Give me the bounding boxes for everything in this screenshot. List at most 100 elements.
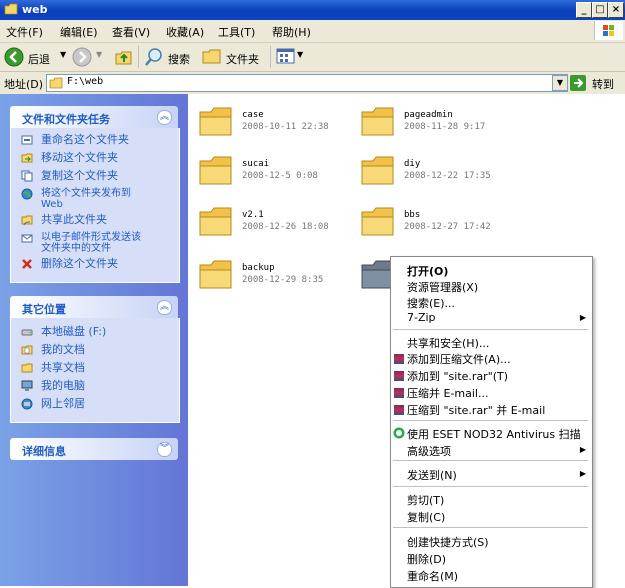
winrar-icon (394, 354, 404, 364)
ctx-explorer[interactable]: 资源管理器(X) (407, 279, 478, 295)
menu-separator (393, 460, 588, 461)
folder-name: sucai (242, 159, 270, 169)
ctx-share-security[interactable]: 共享和安全(H)... (407, 335, 489, 351)
window-title: web (22, 3, 48, 16)
folder-date: 2008-12-26 18:08 (242, 222, 329, 232)
back-arrow-icon (4, 47, 24, 67)
folder-item-5[interactable]: bbs 2008-12-27 17:42 (360, 204, 510, 244)
close-button[interactable]: × (608, 2, 624, 18)
folder-item-0[interactable]: case 2008-10-11 22:38 (198, 104, 348, 144)
ctx-rar-add-site[interactable]: 添加到 "site.rar"(T) (407, 368, 508, 384)
dropdown-arrow-icon[interactable]: ▼ (96, 50, 102, 59)
folder-item-4[interactable]: v2.1 2008-12-26 18:08 (198, 204, 348, 244)
forward-button[interactable]: ▼ (72, 46, 108, 68)
winrar-icon (394, 371, 404, 381)
folder-name: case (242, 110, 264, 120)
ctx-cut[interactable]: 剪切(T) (407, 492, 444, 508)
up-folder-icon[interactable] (114, 47, 134, 67)
folder-date: 2008-12-22 17:35 (404, 171, 491, 181)
folder-icon (360, 155, 396, 190)
ctx-advanced[interactable]: 高级选项 (407, 443, 451, 459)
context-menu: 打开(O) 资源管理器(X) 搜索(E)... 7-Zip ▶ 共享和安全(H)… (390, 256, 593, 588)
go-button[interactable]: 转到 (570, 74, 622, 92)
collapse-icon[interactable]: ︽ (157, 110, 172, 125)
places-panel-title: 其它位置 (22, 303, 66, 316)
folder-name: pageadmin (404, 110, 453, 120)
ctx-search[interactable]: 搜索(E)... (407, 295, 455, 311)
folder-date: 2008-12-5 0:08 (242, 171, 318, 181)
expand-icon[interactable]: ︾ (157, 442, 172, 457)
search-button[interactable]: 搜索 (144, 46, 198, 68)
folders-button[interactable]: 文件夹 (202, 46, 268, 68)
folder-date: 2008-11-28 9:17 (404, 122, 486, 132)
ctx-copy[interactable]: 复制(C) (407, 509, 445, 525)
ctx-create-shortcut[interactable]: 创建快捷方式(S) (407, 534, 489, 550)
folder-name: v2.1 (242, 210, 264, 220)
folder-item-2[interactable]: sucai 2008-12-5 0:08 (198, 153, 348, 193)
toolbar-divider (138, 46, 139, 68)
menu-bar: 文件(F) 编辑(E) 查看(V) 收藏(A) 工具(T) 帮助(H) (0, 20, 625, 43)
toolbar: 后退 ▼ ▼ 搜索 文件夹 ▼ (0, 43, 625, 72)
ctx-rar-email[interactable]: 压缩并 E-mail... (407, 385, 488, 401)
dropdown-arrow-icon[interactable]: ▼ (60, 50, 66, 59)
menu-separator (393, 486, 588, 487)
ctx-eset-scan[interactable]: 使用 ESET NOD32 Antivirus 扫描 (407, 426, 581, 442)
menu-edit[interactable]: 编辑(E) (60, 24, 98, 40)
folder-item-1[interactable]: pageadmin 2008-11-28 9:17 (360, 104, 510, 144)
menu-favorites[interactable]: 收藏(A) (166, 24, 204, 40)
details-panel-header[interactable]: 详细信息 ︾ (10, 438, 178, 460)
dropdown-arrow-icon[interactable]: ▼ (297, 50, 303, 59)
address-bar: 地址(D) F:\web ▼ 转到 (0, 72, 625, 95)
menu-separator (393, 527, 588, 528)
maximize-button[interactable]: □ (592, 2, 608, 18)
go-label: 转到 (592, 78, 614, 91)
forward-arrow-icon (72, 47, 92, 67)
network-icon (21, 398, 33, 410)
views-icon (276, 48, 295, 64)
ctx-send-to[interactable]: 发送到(N) (407, 467, 457, 483)
views-button[interactable]: ▼ (276, 47, 306, 67)
submenu-arrow-icon: ▶ (579, 469, 586, 478)
menu-file[interactable]: 文件(F) (6, 24, 43, 40)
ctx-rar-add[interactable]: 添加到压缩文件(A)... (407, 351, 511, 367)
menu-help[interactable]: 帮助(H) (272, 24, 311, 40)
folder-icon (198, 259, 234, 294)
folder-item-3[interactable]: diy 2008-12-22 17:35 (360, 153, 510, 193)
hard-drive-icon (21, 329, 33, 336)
toolbar-divider (270, 46, 271, 68)
ctx-open[interactable]: 打开(O) (407, 263, 448, 279)
menu-separator (393, 420, 588, 421)
menu-tools[interactable]: 工具(T) (218, 24, 255, 40)
ctx-7zip[interactable]: 7-Zip (407, 311, 436, 324)
address-dropdown-button[interactable]: ▼ (552, 75, 568, 91)
globe-icon (21, 188, 33, 200)
back-button[interactable]: 后退 ▼ (4, 46, 76, 68)
ctx-delete[interactable]: 删除(D) (407, 551, 446, 567)
ctx-rename[interactable]: 重命名(M) (407, 568, 458, 584)
folder-date: 2008-12-29 8:35 (242, 275, 324, 285)
share-icon (21, 215, 33, 226)
folder-icon (198, 106, 234, 141)
submenu-arrow-icon: ▶ (579, 445, 586, 454)
tasks-panel-header[interactable]: 文件和文件夹任务 ︽ (10, 106, 178, 128)
collapse-icon[interactable]: ︽ (157, 300, 172, 315)
minimize-button[interactable]: _ (576, 2, 592, 18)
folder-icon (360, 206, 396, 241)
address-label: 地址(D) (4, 78, 44, 91)
folder-icon (198, 206, 234, 241)
folder-item-6[interactable]: backup 2008-12-29 8:35 (198, 257, 348, 297)
rename-icon (21, 135, 33, 145)
winrar-icon (394, 405, 404, 415)
email-icon (21, 234, 33, 243)
menu-view[interactable]: 查看(V) (112, 24, 150, 40)
winrar-icon (394, 388, 404, 398)
tasks-panel-body: 重命名这个文件夹 移动这个文件夹 复制这个文件夹 将这个文件夹发布到 Web 共… (10, 128, 180, 283)
ctx-rar-email-site[interactable]: 压缩到 "site.rar" 并 E-mail (407, 402, 545, 418)
places-panel-header[interactable]: 其它位置 ︽ (10, 296, 178, 318)
search-label: 搜索 (168, 53, 190, 66)
search-icon (145, 48, 162, 66)
folder-name: backup (242, 263, 275, 273)
address-path: F:\web (67, 76, 104, 87)
address-input[interactable]: F:\web (46, 74, 568, 92)
folder-name: bbs (404, 210, 421, 220)
